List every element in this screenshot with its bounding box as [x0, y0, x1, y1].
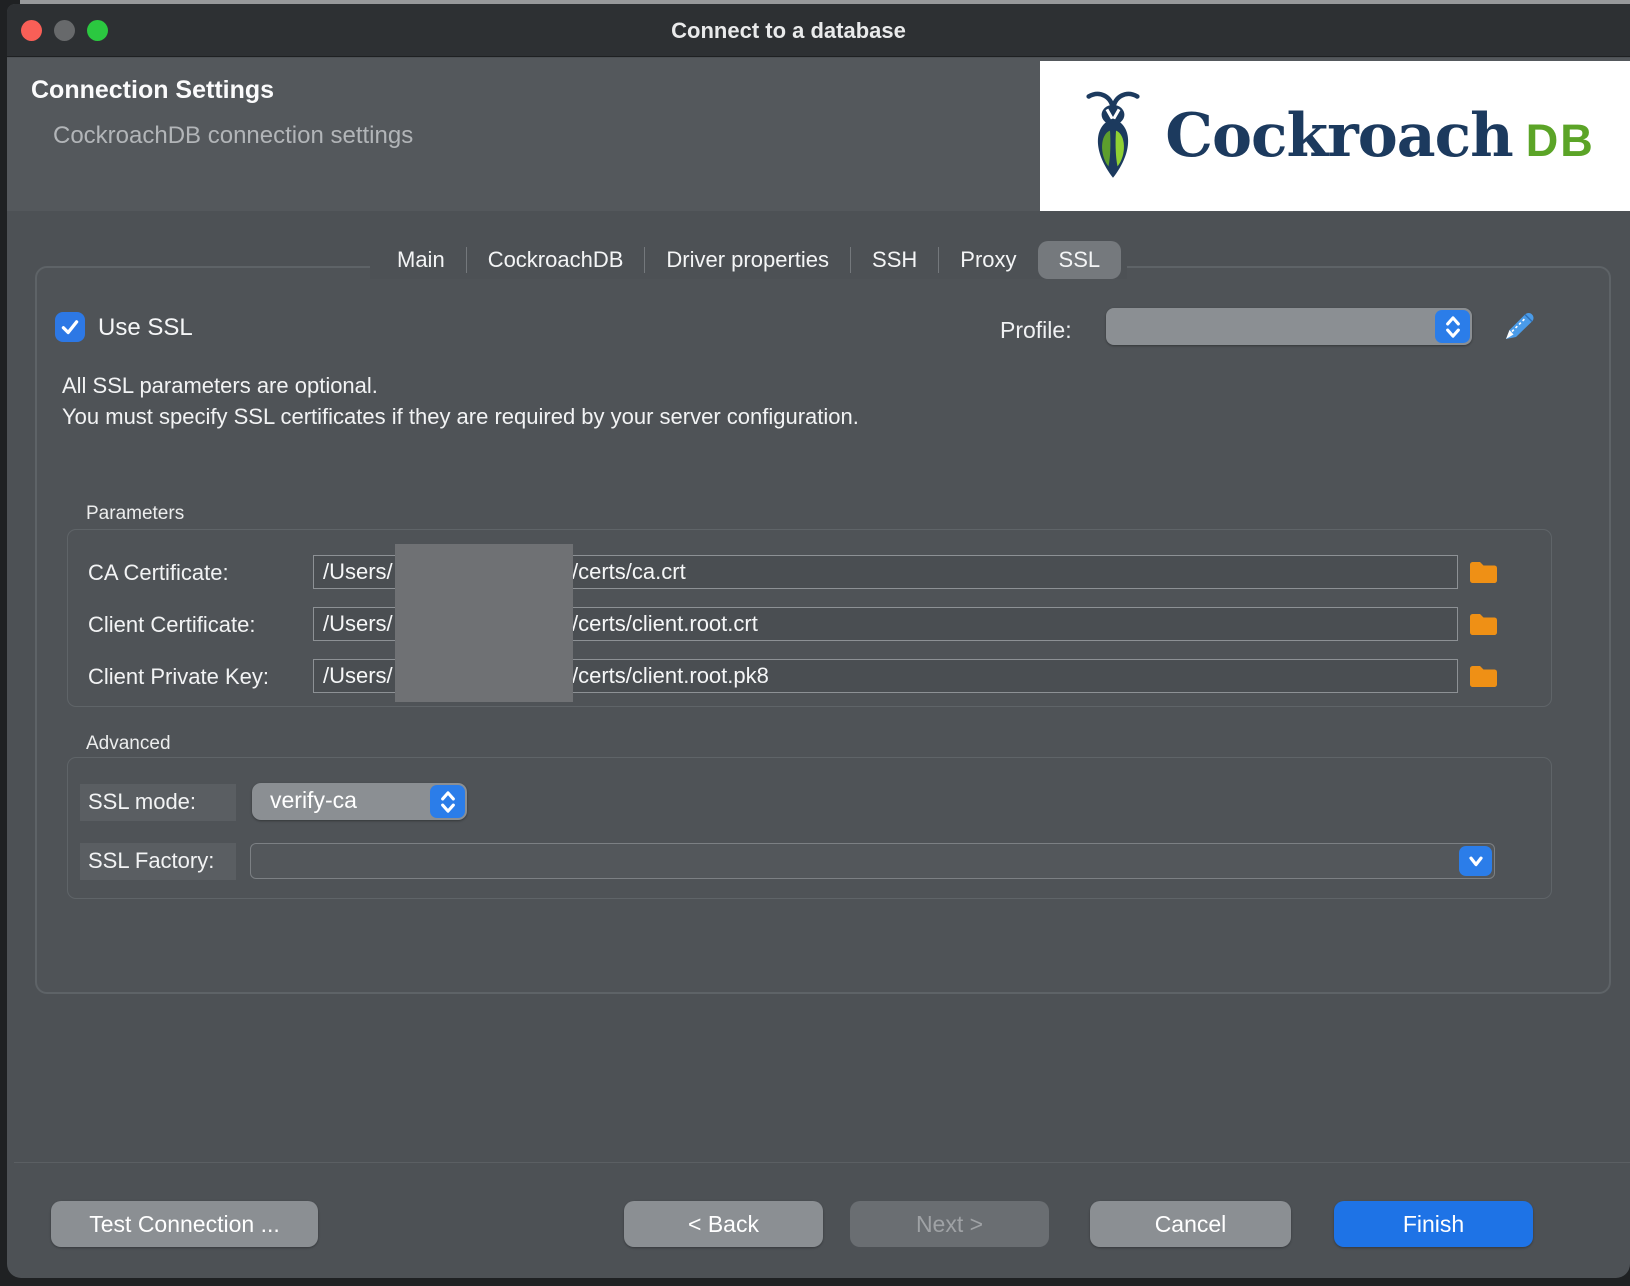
tab-main[interactable]: Main [376, 241, 466, 279]
combo-dropdown-chevron-icon[interactable] [1459, 846, 1492, 876]
page-title: Connection Settings [31, 76, 274, 105]
select-stepper-icon [430, 785, 465, 818]
ssl-info-line-2: You must specify SSL certificates if the… [62, 404, 859, 430]
ssl-factory-combo[interactable] [250, 843, 1495, 879]
client-certificate-value-prefix: /Users/ [323, 611, 393, 637]
connect-database-dialog: Connect to a database Connection Setting… [7, 4, 1630, 1278]
ssl-mode-value: verify-ca [270, 787, 357, 814]
page-subtitle: CockroachDB connection settings [53, 122, 413, 150]
cancel-button[interactable]: Cancel [1090, 1201, 1291, 1247]
next-button[interactable]: Next > [850, 1201, 1049, 1247]
ssl-factory-label: SSL Factory: [88, 848, 214, 874]
client-certificate-value-suffix: /certs/client.root.crt [572, 611, 758, 637]
profile-label: Profile: [1000, 317, 1072, 344]
ca-certificate-browse-folder-icon[interactable] [1468, 558, 1499, 587]
ca-certificate-value-suffix: /certs/ca.crt [572, 559, 686, 585]
parameters-groupbox: CA Certificate: /Users/ /certs/ca.crt Cl… [67, 529, 1552, 707]
tab-bar: Main CockroachDB Driver properties SSH P… [370, 241, 1127, 279]
advanced-groupbox: SSL mode: verify-ca SSL Factory: [67, 757, 1552, 899]
redacted-username-overlay [395, 544, 573, 702]
use-ssl-checkbox[interactable] [55, 312, 85, 342]
ssl-mode-select[interactable]: verify-ca [252, 783, 467, 820]
parameters-group-label: Parameters [86, 503, 184, 525]
tab-cockroachdb[interactable]: CockroachDB [467, 241, 645, 279]
finish-button[interactable]: Finish [1334, 1201, 1533, 1247]
test-connection-button[interactable]: Test Connection ... [51, 1201, 318, 1247]
client-private-key-value-prefix: /Users/ [323, 663, 393, 689]
ca-certificate-value-prefix: /Users/ [323, 559, 393, 585]
titlebar: Connect to a database [7, 4, 1630, 57]
use-ssl-label: Use SSL [98, 314, 193, 342]
profile-select[interactable] [1106, 308, 1472, 345]
tab-driver-properties[interactable]: Driver properties [645, 241, 850, 279]
window-title: Connect to a database [7, 4, 1570, 57]
footer-divider [14, 1162, 1630, 1163]
client-private-key-value-suffix: /certs/client.root.pk8 [572, 663, 769, 689]
cockroach-bug-icon [1075, 83, 1151, 189]
dialog-header: Connection Settings CockroachDB connecti… [7, 58, 1630, 211]
edit-profile-pencil-icon[interactable] [1501, 310, 1535, 344]
tab-ssh[interactable]: SSH [851, 241, 938, 279]
client-private-key-browse-folder-icon[interactable] [1468, 662, 1499, 691]
tab-ssl[interactable]: SSL [1038, 241, 1122, 279]
client-certificate-label: Client Certificate: [88, 612, 256, 638]
back-button[interactable]: < Back [624, 1201, 823, 1247]
tab-proxy[interactable]: Proxy [939, 241, 1037, 279]
select-stepper-icon [1435, 310, 1470, 343]
logo-wordmark: Cockroach DB [1165, 101, 1595, 171]
checkmark-icon [59, 316, 81, 338]
client-private-key-label: Client Private Key: [88, 664, 269, 690]
cockroachdb-logo: Cockroach DB [1040, 61, 1630, 211]
ssl-info-line-1: All SSL parameters are optional. [62, 373, 378, 399]
ca-certificate-label: CA Certificate: [88, 560, 229, 586]
logo-brand-text: Cockroach [1165, 101, 1513, 171]
client-certificate-browse-folder-icon[interactable] [1468, 610, 1499, 639]
advanced-group-label: Advanced [86, 733, 171, 755]
ssl-tab-panel: Use SSL Profile: All SSL parameters are … [35, 266, 1611, 994]
ssl-mode-label: SSL mode: [88, 789, 196, 815]
logo-db-text: DB [1526, 115, 1595, 167]
